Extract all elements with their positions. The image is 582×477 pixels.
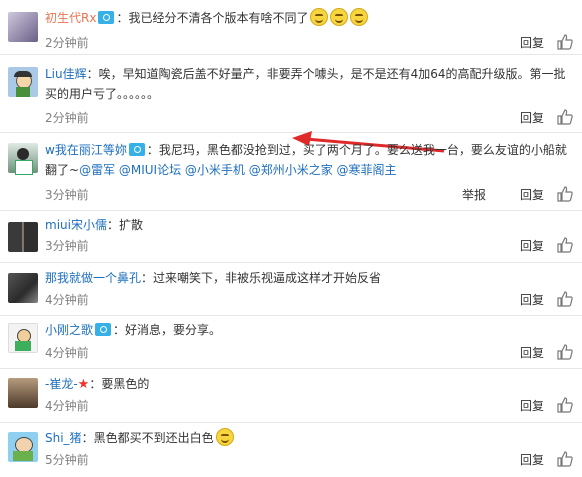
comment-username[interactable]: Liu佳辉: [45, 67, 87, 81]
reply-button[interactable]: 回复: [520, 237, 544, 254]
comment-time: 4分钟前: [45, 399, 89, 413]
reply-button[interactable]: 回复: [520, 34, 544, 51]
comment-item: -崔龙-★：要黑色的 4分钟前 回复: [0, 369, 582, 423]
comment-username[interactable]: 小刚之歌: [45, 323, 93, 337]
thumbs-up-icon[interactable]: [556, 185, 574, 203]
camera-badge-icon: [128, 143, 145, 156]
comment-text: ：扩散: [106, 218, 143, 232]
comment-item: Liu佳辉：唉，早知道陶瓷后盖不好量产，非要弄个噱头，是不是还有4加64的高配升…: [0, 55, 582, 153]
reply-button[interactable]: 回复: [520, 291, 544, 308]
comment-username[interactable]: miui宋小儒: [45, 218, 107, 232]
comment-time: 2分钟前: [45, 111, 89, 125]
comment-time: 2分钟前: [45, 36, 89, 50]
comment-username[interactable]: 初生代Rx: [45, 11, 96, 25]
grimace-emoji-icon: [215, 428, 234, 446]
star-badge-icon: ★: [77, 377, 90, 392]
comment-mentions[interactable]: @雷军 @MIUI论坛 @小米手机 @郑州小米之家 @寒菲阁主: [79, 163, 396, 177]
report-button[interactable]: 举报: [462, 186, 486, 203]
comment-item: miui宋小儒：扩散 3分钟前 回复: [0, 211, 582, 263]
reply-button[interactable]: 回复: [520, 109, 544, 126]
reply-button[interactable]: 回复: [520, 344, 544, 361]
comment-username[interactable]: -崔龙-: [45, 377, 78, 391]
avatar[interactable]: [8, 143, 38, 175]
comment-text: ：过来嘲笑下，非被乐视逼成这样才开始反省: [141, 271, 382, 285]
avatar[interactable]: [8, 323, 38, 353]
comment-time: 4分钟前: [45, 346, 89, 360]
smiley-emoji-icon: [310, 8, 329, 26]
avatar[interactable]: [8, 12, 38, 42]
smiley-emoji-icon: [330, 8, 349, 26]
comment-username[interactable]: Shi_猪: [45, 431, 82, 445]
comment-time: 5分钟前: [45, 453, 89, 467]
reply-button[interactable]: 回复: [520, 397, 544, 414]
comment-text: ：黑色都买不到还出白色: [81, 431, 214, 445]
comment-item: 那我就做一个鼻孔：过来嘲笑下，非被乐视逼成这样才开始反省 4分钟前 回复: [0, 263, 582, 316]
comment-text: ：好消息，要分享。: [113, 323, 222, 337]
comment-item: 小刚之歌 ：好消息，要分享。 4分钟前 回复: [0, 316, 582, 369]
thumbs-up-icon[interactable]: [556, 108, 574, 126]
avatar[interactable]: [8, 67, 38, 97]
comment-text: ：我已经分不清各个版本有啥不同了: [116, 11, 309, 25]
thumbs-up-icon[interactable]: [556, 290, 574, 308]
reply-button[interactable]: 回复: [520, 451, 544, 468]
comment-text: ：唉，早知道陶瓷后盖不好量产，非要弄个噱头，是不是还有4加64的高配升级版。第一…: [45, 67, 566, 101]
comment-item: w我在丽江等妳 ：我尼玛，黑色都没抢到过，买了两个月了。要么送我一台，要么友谊的小…: [0, 133, 582, 211]
avatar[interactable]: [8, 273, 38, 303]
avatar[interactable]: [8, 432, 38, 462]
comment-time: 3分钟前: [45, 188, 89, 202]
comment-username[interactable]: w我在丽江等妳: [45, 143, 127, 157]
thumbs-up-icon[interactable]: [556, 343, 574, 361]
comment-time: 4分钟前: [45, 293, 89, 307]
thumbs-up-icon[interactable]: [556, 236, 574, 254]
comment-username[interactable]: 那我就做一个鼻孔: [45, 271, 141, 285]
comment-item: 初生代Rx ：我已经分不清各个版本有啥不同了 2分钟前 回复: [0, 0, 582, 55]
thumbs-up-icon[interactable]: [556, 450, 574, 468]
thumbs-up-icon[interactable]: [556, 396, 574, 414]
smiley-emoji-icon: [350, 8, 369, 26]
comment-item: Shi_猪：黑色都买不到还出白色 5分钟前 回复: [0, 423, 582, 477]
avatar[interactable]: [8, 222, 38, 252]
avatar[interactable]: [8, 378, 38, 408]
camera-badge-icon: [95, 323, 112, 336]
thumbs-up-icon[interactable]: [556, 33, 574, 51]
comment-text: ：要黑色的: [89, 377, 150, 391]
camera-badge-icon: [98, 11, 115, 24]
reply-button[interactable]: 回复: [520, 186, 544, 203]
comment-time: 3分钟前: [45, 239, 89, 253]
